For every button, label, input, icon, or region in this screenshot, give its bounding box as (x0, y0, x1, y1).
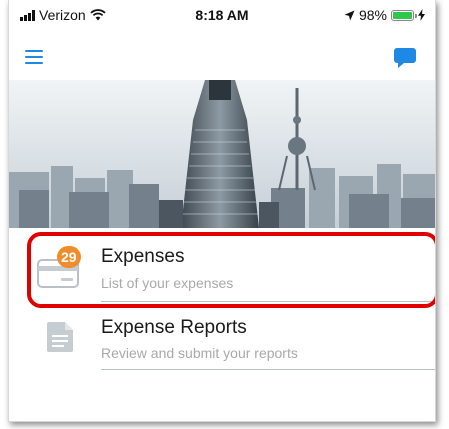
chat-bubble-icon[interactable] (393, 46, 417, 70)
list-item-title: Expenses (101, 246, 185, 267)
list-item-title: Expense Reports (101, 317, 247, 338)
location-arrow-icon (344, 10, 355, 20)
charging-bolt-icon (418, 9, 425, 21)
battery-percentage: 98% (358, 7, 387, 23)
phone-screen: Verizon 8:18 AM 98% 29 Expenses List of … (8, 0, 436, 422)
hamburger-menu-icon[interactable] (25, 50, 43, 64)
status-bar: Verizon 8:18 AM 98% (9, 0, 435, 26)
list-item-subtitle: Review and submit your reports (101, 345, 298, 361)
list-item-expenses[interactable]: 29 Expenses List of your expenses (9, 232, 435, 304)
list-item-expense-reports[interactable]: Expense Reports Review and submit your r… (9, 300, 435, 372)
app-header (9, 34, 435, 78)
list-item-subtitle: List of your expenses (101, 275, 234, 291)
row-divider (101, 369, 435, 370)
battery-level-fill (393, 11, 412, 19)
document-icon (47, 322, 73, 352)
notification-count-badge: 29 (57, 246, 81, 268)
skyline-illustration (9, 80, 435, 228)
status-right-group: 98% (344, 7, 425, 23)
battery-icon (391, 9, 417, 21)
city-skyline-banner (9, 80, 435, 228)
